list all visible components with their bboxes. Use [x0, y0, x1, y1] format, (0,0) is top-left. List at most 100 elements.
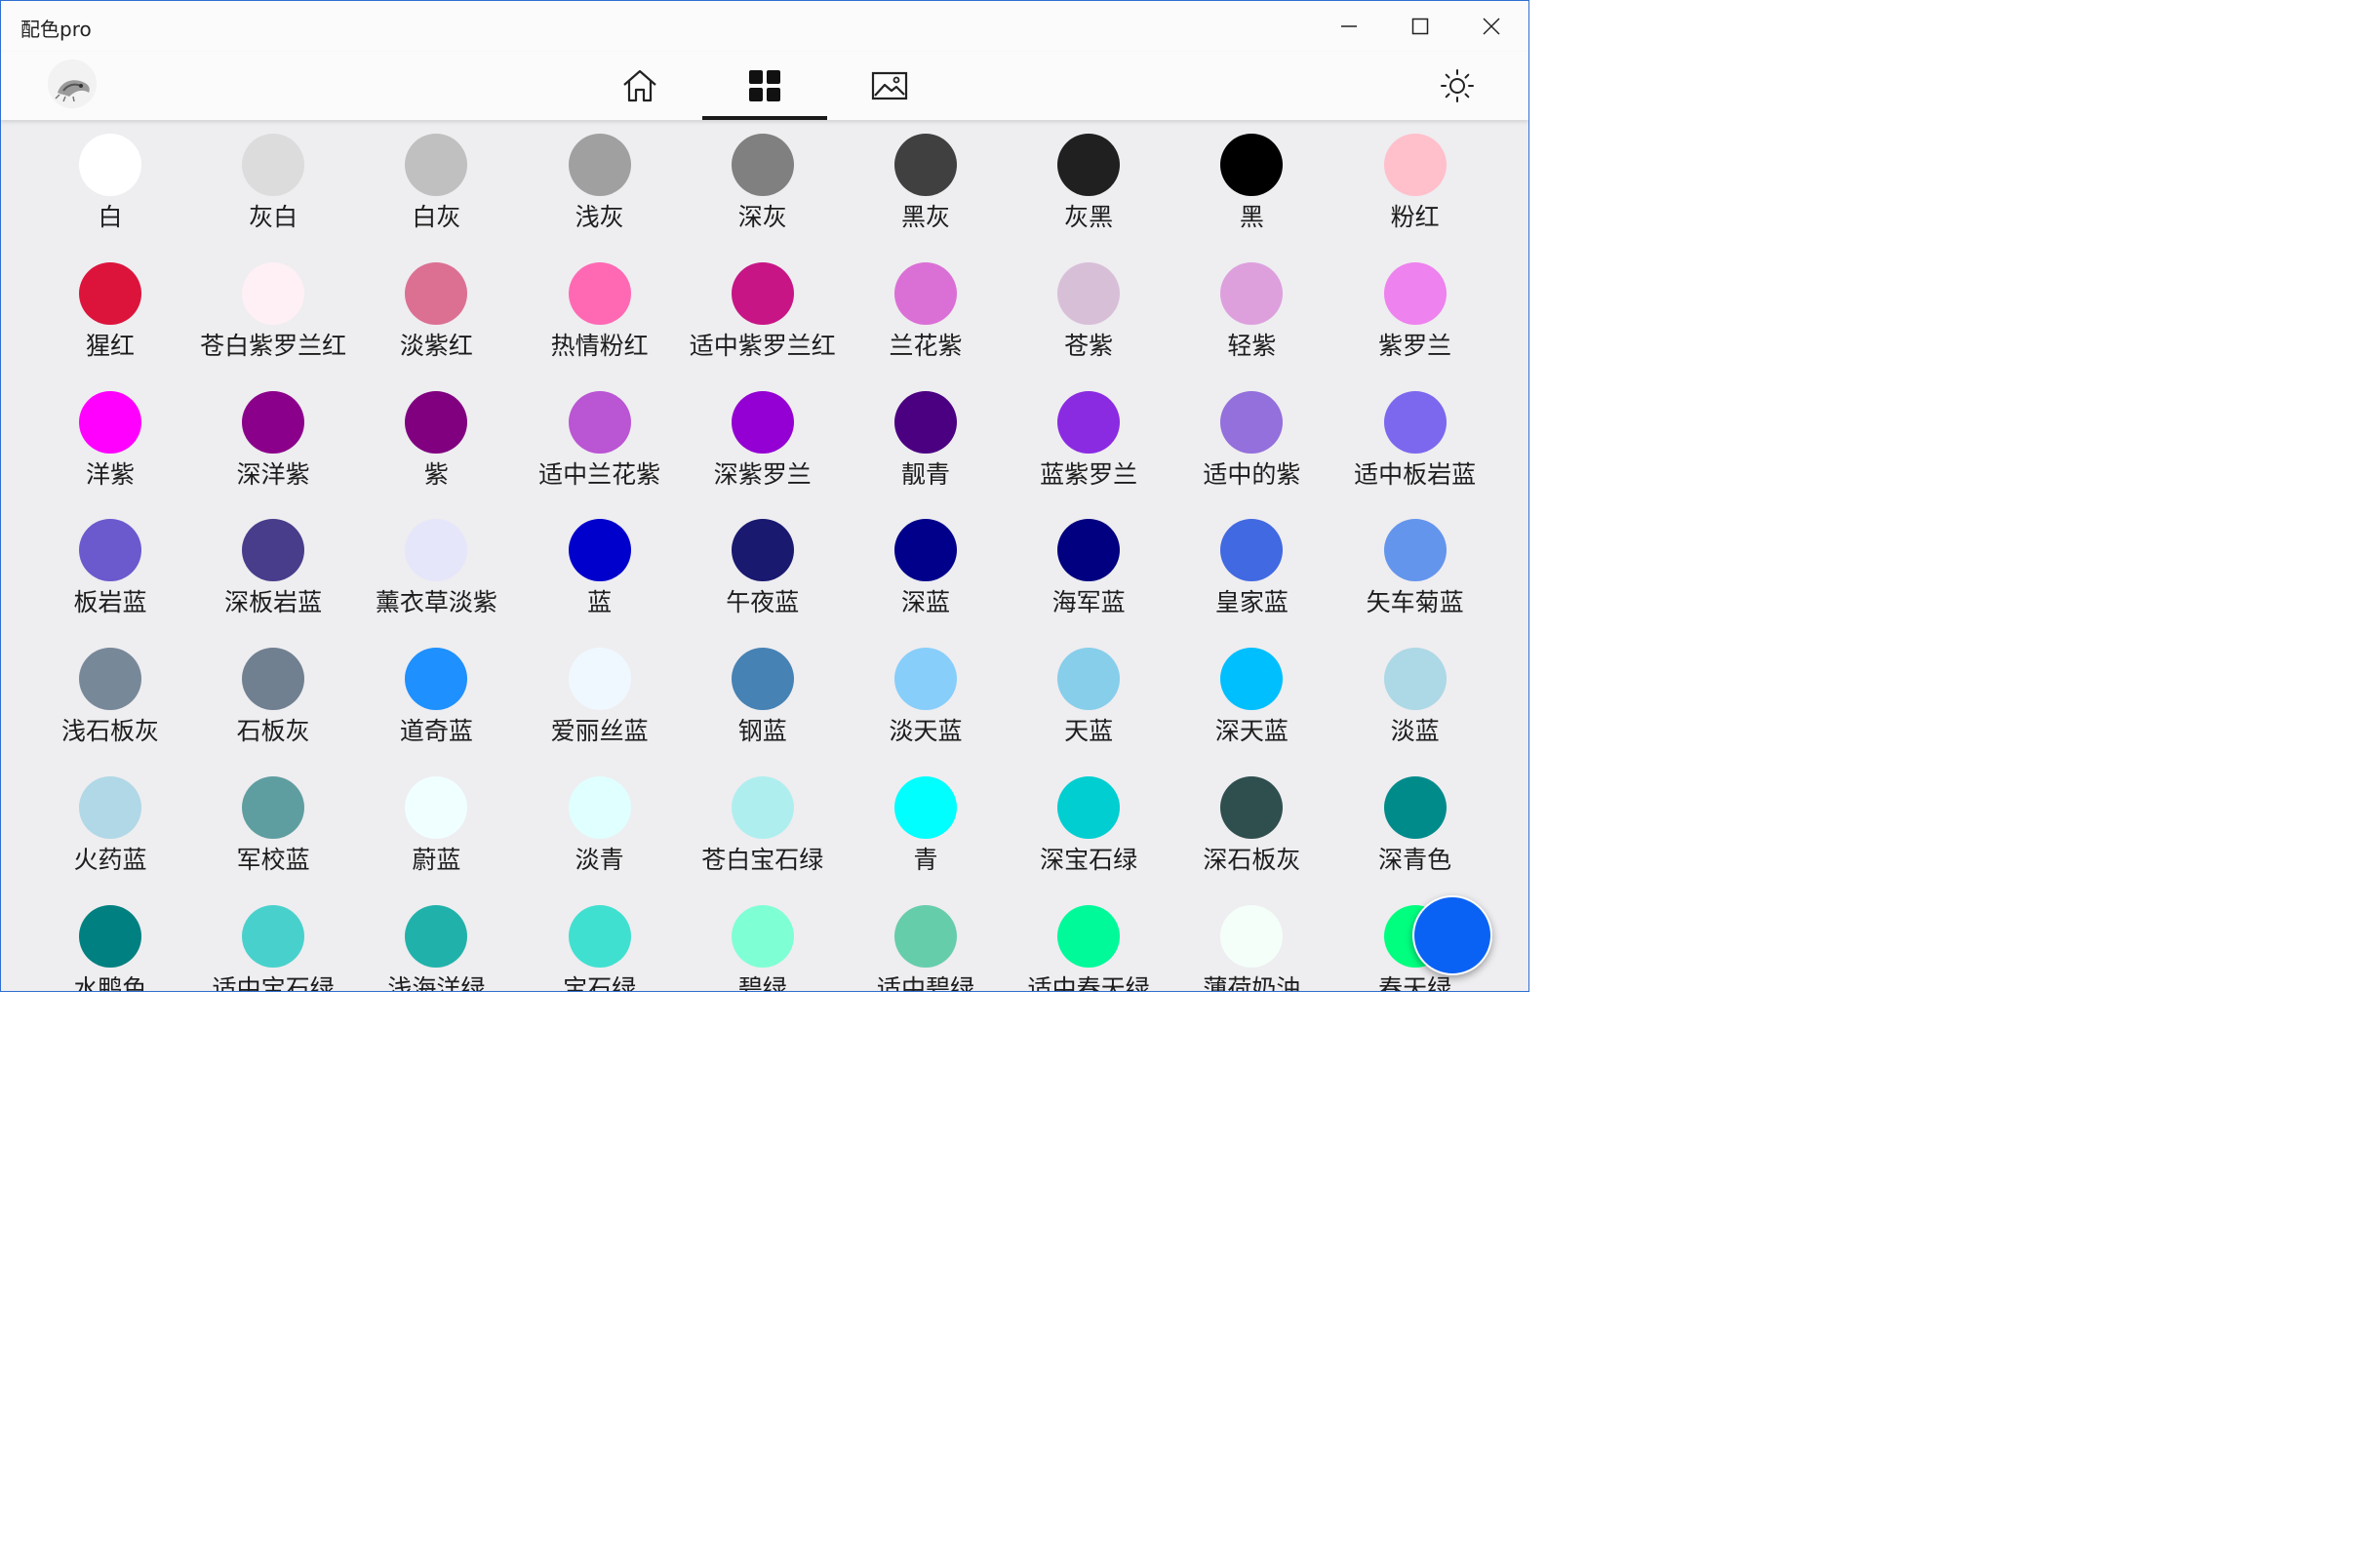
color-swatch[interactable]: 薰衣草淡紫 — [358, 507, 514, 624]
color-circle[interactable] — [1383, 390, 1447, 454]
color-swatch[interactable]: 深天蓝 — [1173, 636, 1329, 753]
color-circle[interactable] — [568, 648, 631, 711]
color-swatch[interactable]: 薄荷奶油 — [1173, 893, 1329, 991]
color-swatch[interactable]: 灰白 — [195, 122, 351, 239]
color-circle[interactable] — [79, 261, 141, 325]
color-circle[interactable] — [1383, 648, 1447, 711]
color-circle[interactable] — [731, 134, 794, 196]
color-circle[interactable] — [731, 904, 794, 968]
color-swatch[interactable]: 深青色 — [1337, 765, 1493, 882]
color-circle[interactable] — [731, 261, 794, 325]
color-swatch[interactable]: 皇家蓝 — [1173, 507, 1329, 624]
color-swatch[interactable]: 深洋紫 — [195, 379, 351, 496]
color-swatch[interactable]: 靓青 — [848, 379, 1004, 496]
color-circle[interactable] — [1057, 261, 1121, 325]
color-circle[interactable] — [79, 648, 141, 711]
color-swatch[interactable]: 苍白宝石绿 — [685, 765, 841, 882]
color-swatch[interactable]: 紫 — [358, 379, 514, 496]
color-circle[interactable] — [1220, 390, 1284, 454]
color-circle[interactable] — [894, 776, 957, 839]
color-circle[interactable] — [1220, 904, 1284, 968]
color-swatch[interactable]: 宝石绿 — [522, 893, 678, 991]
color-swatch[interactable]: 适中宝石绿 — [195, 893, 351, 991]
color-circle[interactable] — [568, 904, 631, 968]
color-swatch[interactable]: 矢车菊蓝 — [1337, 507, 1493, 624]
color-swatch[interactable]: 淡蓝 — [1337, 636, 1493, 753]
color-swatch[interactable]: 浅海洋绿 — [358, 893, 514, 991]
color-circle[interactable] — [894, 134, 957, 196]
color-swatch[interactable]: 适中春天绿 — [1011, 893, 1167, 991]
color-circle[interactable] — [894, 904, 957, 968]
color-circle[interactable] — [1057, 519, 1121, 582]
color-swatch[interactable]: 适中紫罗兰红 — [685, 251, 841, 368]
color-circle[interactable] — [1057, 776, 1121, 839]
color-circle[interactable] — [1057, 134, 1121, 196]
theme-toggle-button[interactable] — [1435, 63, 1480, 108]
color-swatch[interactable]: 板岩蓝 — [32, 507, 188, 624]
color-swatch[interactable]: 蔚蓝 — [358, 765, 514, 882]
color-circle[interactable] — [894, 390, 957, 454]
color-circle[interactable] — [405, 519, 468, 582]
color-swatch[interactable]: 灰黑 — [1011, 122, 1167, 239]
color-circle[interactable] — [242, 519, 305, 582]
color-circle[interactable] — [894, 261, 957, 325]
color-circle[interactable] — [1220, 648, 1284, 711]
color-circle[interactable] — [405, 776, 468, 839]
color-swatch[interactable]: 爱丽丝蓝 — [522, 636, 678, 753]
color-swatch[interactable]: 适中的紫 — [1173, 379, 1329, 496]
color-swatch[interactable]: 水鸭色 — [32, 893, 188, 991]
color-swatch[interactable]: 适中兰花紫 — [522, 379, 678, 496]
color-swatch[interactable]: 浅灰 — [522, 122, 678, 239]
color-circle[interactable] — [79, 390, 141, 454]
color-swatch[interactable]: 天蓝 — [1011, 636, 1167, 753]
color-swatch[interactable]: 苍紫 — [1011, 251, 1167, 368]
color-swatch[interactable]: 海军蓝 — [1011, 507, 1167, 624]
color-circle[interactable] — [1220, 519, 1284, 582]
color-swatch[interactable]: 深宝石绿 — [1011, 765, 1167, 882]
color-swatch[interactable]: 淡青 — [522, 765, 678, 882]
color-swatch[interactable]: 石板灰 — [195, 636, 351, 753]
color-circle[interactable] — [79, 134, 141, 196]
color-circle[interactable] — [1220, 261, 1284, 325]
color-swatch[interactable]: 深板岩蓝 — [195, 507, 351, 624]
color-circle[interactable] — [242, 134, 305, 196]
color-swatch[interactable]: 道奇蓝 — [358, 636, 514, 753]
color-swatch[interactable]: 紫罗兰 — [1337, 251, 1493, 368]
color-swatch[interactable]: 猩红 — [32, 251, 188, 368]
color-swatch[interactable]: 适中碧绿 — [848, 893, 1004, 991]
color-circle[interactable] — [1057, 390, 1121, 454]
color-swatch[interactable]: 淡紫红 — [358, 251, 514, 368]
color-circle[interactable] — [568, 519, 631, 582]
color-swatch[interactable]: 碧绿 — [685, 893, 841, 991]
color-circle[interactable] — [242, 390, 305, 454]
color-circle[interactable] — [1383, 261, 1447, 325]
color-circle[interactable] — [79, 776, 141, 839]
color-swatch[interactable]: 蓝 — [522, 507, 678, 624]
color-swatch[interactable]: 兰花紫 — [848, 251, 1004, 368]
color-swatch[interactable]: 粉红 — [1337, 122, 1493, 239]
color-circle[interactable] — [405, 904, 468, 968]
color-swatch[interactable]: 白 — [32, 122, 188, 239]
color-swatch[interactable]: 白灰 — [358, 122, 514, 239]
color-circle[interactable] — [731, 390, 794, 454]
tab-colors[interactable] — [702, 52, 827, 120]
color-circle[interactable] — [1057, 648, 1121, 711]
color-circle[interactable] — [568, 134, 631, 196]
color-circle[interactable] — [405, 648, 468, 711]
color-swatch[interactable]: 深紫罗兰 — [685, 379, 841, 496]
color-swatch[interactable]: 军校蓝 — [195, 765, 351, 882]
color-swatch[interactable]: 洋紫 — [32, 379, 188, 496]
color-swatch[interactable]: 热情粉红 — [522, 251, 678, 368]
color-circle[interactable] — [242, 776, 305, 839]
floating-action-button[interactable] — [1412, 895, 1492, 975]
color-swatch[interactable]: 深蓝 — [848, 507, 1004, 624]
color-swatch[interactable]: 钢蓝 — [685, 636, 841, 753]
color-circle[interactable] — [242, 904, 305, 968]
color-swatch[interactable]: 蓝紫罗兰 — [1011, 379, 1167, 496]
color-swatch[interactable]: 青 — [848, 765, 1004, 882]
color-circle[interactable] — [405, 390, 468, 454]
color-circle[interactable] — [1383, 134, 1447, 196]
color-circle[interactable] — [1057, 904, 1121, 968]
color-circle[interactable] — [79, 904, 141, 968]
color-circle[interactable] — [568, 261, 631, 325]
